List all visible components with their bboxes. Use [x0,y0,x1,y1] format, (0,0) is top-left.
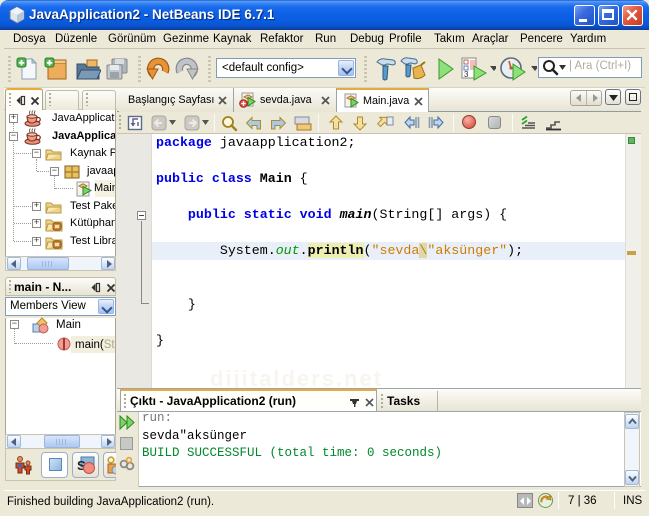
svg-text:3: 3 [464,70,469,79]
